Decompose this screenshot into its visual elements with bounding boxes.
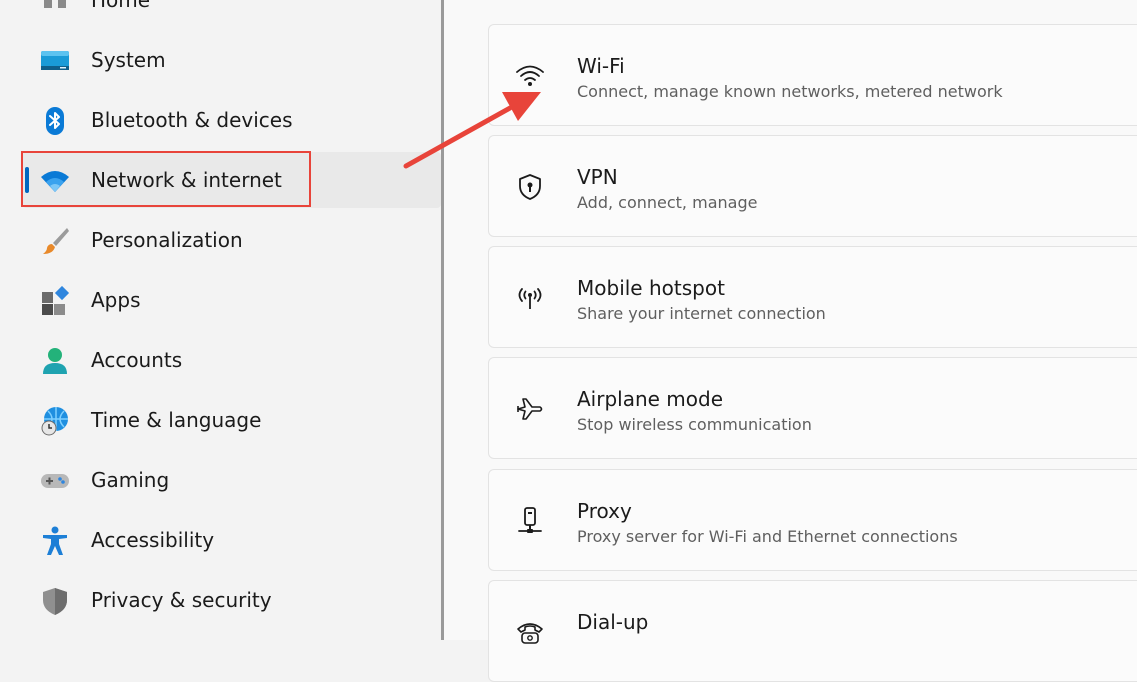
sidebar-item-label: Time & language [91,408,262,432]
card-title: Wi-Fi [577,54,625,78]
sidebar-item-accounts[interactable]: Accounts [22,332,441,388]
card-title: Dial-up [577,610,649,634]
sidebar-item-label: System [91,48,166,72]
setting-card-dial-up[interactable]: Dial-up [488,580,1137,682]
sidebar-item-label: Home [91,0,151,12]
bluetooth-icon [40,106,70,136]
sidebar-item-label: Personalization [91,228,243,252]
accessibility-icon [40,526,70,556]
sidebar-item-label: Bluetooth & devices [91,108,293,132]
sidebar-item-system[interactable]: System [22,32,441,88]
gamepad-icon [40,466,70,496]
account-icon [40,346,70,376]
home-icon [40,0,70,16]
main-content: Wi-Fi Connect, manage known networks, me… [444,0,1137,682]
card-title: VPN [577,165,618,189]
sidebar-item-time-language[interactable]: Time & language [22,392,441,448]
phone-icon [515,617,545,647]
wifi-icon [515,61,545,91]
setting-card-proxy[interactable]: Proxy Proxy server for Wi-Fi and Etherne… [488,469,1137,571]
setting-card-wifi[interactable]: Wi-Fi Connect, manage known networks, me… [488,24,1137,126]
card-subtitle: Stop wireless communication [577,415,812,434]
airplane-icon [515,394,545,424]
card-subtitle: Share your internet connection [577,304,826,323]
sidebar-item-label: Apps [91,288,141,312]
setting-card-airplane-mode[interactable]: Airplane mode Stop wireless communicatio… [488,357,1137,459]
shield-icon [40,586,70,616]
sidebar-item-apps[interactable]: Apps [22,272,441,328]
proxy-icon [515,506,545,536]
sidebar-item-gaming[interactable]: Gaming [22,452,441,508]
card-subtitle: Proxy server for Wi-Fi and Ethernet conn… [577,527,958,546]
sidebar-item-label: Privacy & security [91,588,272,612]
setting-card-vpn[interactable]: VPN Add, connect, manage [488,135,1137,237]
sidebar: Home System Bluetooth & devices Network … [0,0,441,640]
sidebar-item-bluetooth[interactable]: Bluetooth & devices [22,92,441,148]
vpn-shield-icon [515,172,545,202]
brush-icon [40,226,70,256]
sidebar-item-accessibility[interactable]: Accessibility [22,512,441,568]
sidebar-item-label: Accounts [91,348,183,372]
hotspot-icon [515,283,545,313]
setting-card-mobile-hotspot[interactable]: Mobile hotspot Share your internet conne… [488,246,1137,348]
card-subtitle: Connect, manage known networks, metered … [577,82,1003,101]
card-title: Airplane mode [577,387,724,411]
card-subtitle: Add, connect, manage [577,193,758,212]
sidebar-item-personalization[interactable]: Personalization [22,212,441,268]
globe-clock-icon [40,406,70,436]
card-title: Proxy [577,499,632,523]
sidebar-item-label: Gaming [91,468,170,492]
sidebar-item-privacy[interactable]: Privacy & security [22,572,441,628]
apps-icon [40,286,70,316]
system-icon [40,46,70,76]
sidebar-item-label: Accessibility [91,528,215,552]
annotation-highlight-box [21,151,311,207]
sidebar-item-home[interactable]: Home [22,0,441,28]
card-title: Mobile hotspot [577,276,725,300]
